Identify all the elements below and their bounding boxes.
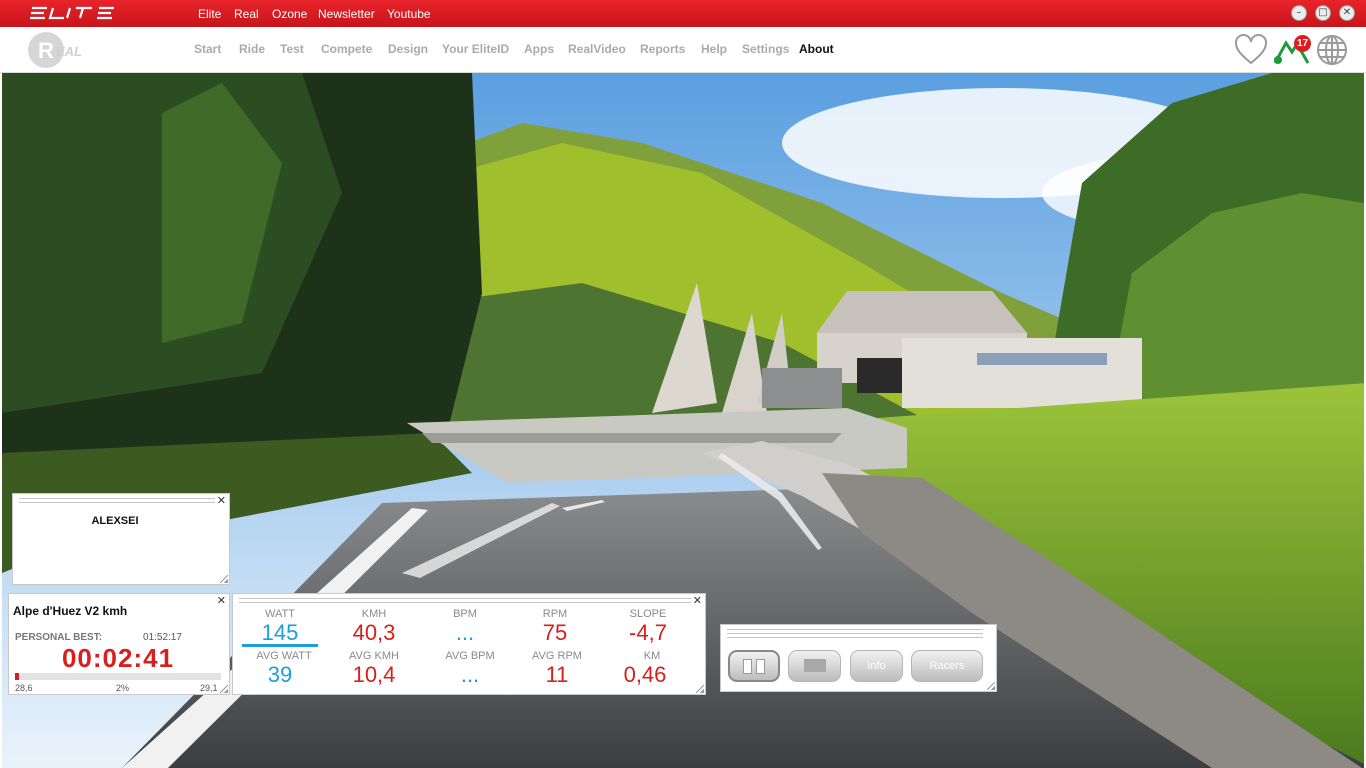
slope-value: -4,7 (629, 620, 667, 645)
stop-icon (804, 659, 826, 672)
toplink-ozone[interactable]: Ozone (272, 7, 307, 21)
close-icon[interactable]: ✕ (1339, 5, 1355, 21)
rider-panel: ✕ ALEXSEI (12, 493, 230, 585)
avg-watt-value: 39 (267, 662, 293, 687)
resize-handle-icon[interactable] (220, 685, 228, 693)
nav-your-eliteid[interactable]: Your EliteID (442, 42, 509, 56)
nav-settings[interactable]: Settings (742, 42, 789, 56)
avg-kmh-value: 10,4 (352, 662, 396, 687)
toplink-real[interactable]: Real (234, 7, 259, 21)
avg-watt-label: AVG WATT (256, 650, 312, 662)
close-icon[interactable]: ✕ (217, 595, 226, 606)
rpm-label: RPM (542, 608, 568, 620)
progress-max-label: 29,1 (200, 683, 218, 693)
progress-min-label: 28,6 (15, 683, 33, 693)
nav-start[interactable]: Start (194, 42, 221, 56)
pause-icon-bar (756, 659, 765, 674)
close-icon[interactable]: ✕ (217, 495, 226, 506)
toplink-youtube[interactable]: Youtube (387, 7, 431, 21)
avg-bpm-value: ... (460, 662, 480, 687)
watt-underline (242, 644, 318, 647)
info-button[interactable]: Info (850, 650, 903, 682)
pause-icon (743, 659, 752, 674)
title-bar: Elite Real Ozone Newsletter Youtube – □ … (0, 0, 1366, 27)
bpm-label: BPM (453, 608, 477, 620)
personal-best-label: PERSONAL BEST: (15, 632, 103, 643)
resize-handle-icon[interactable] (220, 575, 228, 583)
restore-icon[interactable]: □ (1315, 5, 1331, 21)
main-nav: R EAL Start Ride Test Compete Design You… (0, 27, 1366, 73)
minimize-icon[interactable]: – (1291, 5, 1307, 21)
notification-badge: 17 (1294, 35, 1311, 52)
course-title: Alpe d'Huez V2 kmh (13, 604, 128, 618)
metrics-panel: ✕ WATT 145 KMH 40,3 BPM ... RPM 75 SLOPE… (232, 593, 706, 695)
resize-handle-icon[interactable] (987, 682, 995, 690)
avg-rpm-label: AVG RPM (532, 650, 582, 662)
nav-test[interactable]: Test (280, 42, 304, 56)
km-label: KM (643, 650, 661, 662)
watt-value: 145 (261, 620, 299, 645)
rider-name: ALEXSEI (91, 515, 139, 527)
toplink-elite[interactable]: Elite (198, 7, 221, 21)
progress-fill (15, 673, 20, 680)
nav-reports[interactable]: Reports (640, 42, 685, 56)
resize-handle-icon[interactable] (696, 685, 704, 693)
nav-realvideo[interactable]: RealVideo (568, 42, 626, 56)
nav-ride[interactable]: Ride (239, 42, 265, 56)
pause-button[interactable] (728, 650, 780, 682)
kmh-label: KMH (361, 608, 387, 620)
slope-label: SLOPE (629, 608, 667, 620)
km-value: 0,46 (623, 662, 667, 687)
personal-best-time: 01:52:17 (143, 632, 182, 643)
racers-button[interactable]: Racers (911, 650, 983, 682)
stop-button[interactable] (788, 650, 841, 682)
bpm-value: ... (455, 620, 475, 645)
nav-compete[interactable]: Compete (321, 42, 372, 56)
toplink-newsletter[interactable]: Newsletter (318, 7, 375, 21)
avg-rpm-value: 11 (545, 662, 569, 687)
course-panel: ✕ Alpe d'Huez V2 kmh PERSONAL BEST: 01:5… (8, 593, 230, 695)
close-icon[interactable]: ✕ (693, 595, 702, 606)
avg-kmh-label: AVG KMH (349, 650, 399, 662)
watt-label: WATT (265, 608, 295, 620)
rpm-value: 75 (542, 620, 568, 645)
progress-bar (15, 673, 221, 680)
elapsed-time: 00:02:41 (61, 643, 175, 673)
heart-icon[interactable] (1234, 33, 1268, 67)
svg-text:R: R (38, 38, 54, 63)
elite-logo[interactable] (28, 6, 118, 20)
svg-text:EAL: EAL (56, 44, 82, 59)
kmh-value: 40,3 (352, 620, 396, 645)
nav-design[interactable]: Design (388, 42, 428, 56)
nav-about[interactable]: About (799, 42, 834, 56)
nav-apps[interactable]: Apps (524, 42, 554, 56)
nav-help[interactable]: Help (701, 42, 727, 56)
avg-bpm-label: AVG BPM (445, 650, 495, 662)
real-logo[interactable]: R EAL (26, 30, 90, 70)
globe-icon[interactable] (1315, 33, 1349, 67)
progress-percent-label: 2% (116, 683, 130, 693)
